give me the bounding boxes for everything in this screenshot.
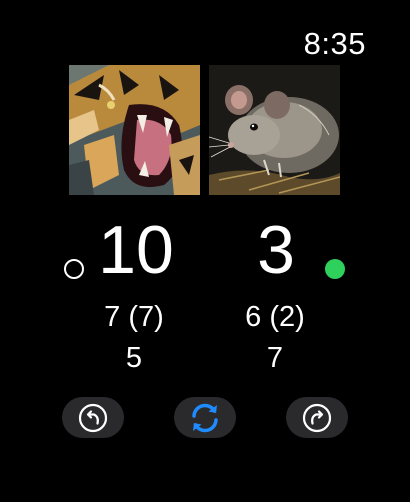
tiger-image [69, 65, 200, 195]
player2-stat-secondary: 7 [266, 342, 284, 374]
swap-button[interactable] [174, 397, 236, 438]
swap-sync-icon [192, 403, 218, 432]
player1-stat-secondary: 5 [125, 342, 143, 374]
player1-score[interactable]: 10 [76, 212, 196, 288]
player1-serve-indicator [64, 259, 84, 279]
player2-score[interactable]: 3 [216, 212, 336, 288]
mouse-image [209, 65, 340, 195]
redo-arrow-icon [302, 403, 332, 432]
undo-arrow-icon [78, 403, 108, 432]
status-time: 8:35 [303, 26, 366, 61]
player2-serve-indicator [325, 259, 345, 279]
undo-button[interactable] [62, 397, 124, 438]
player2-stat-primary: 6 (2) [245, 301, 305, 333]
redo-button[interactable] [286, 397, 348, 438]
player1-stat-primary: 7 (7) [104, 301, 164, 333]
